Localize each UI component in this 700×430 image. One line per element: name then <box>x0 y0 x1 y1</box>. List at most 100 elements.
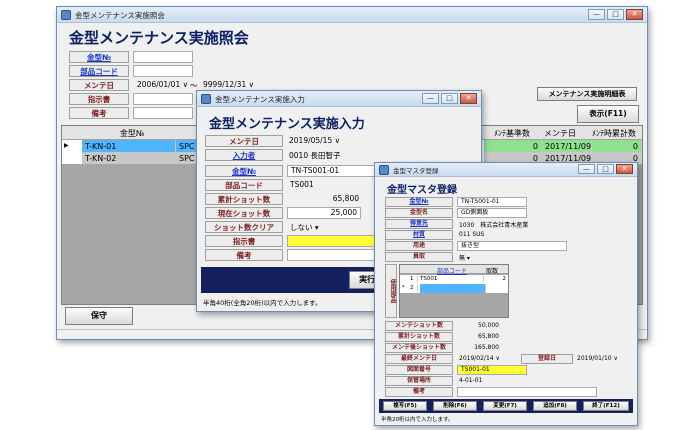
master-last-maint-picker[interactable]: 2019/02/14 ∨ <box>459 355 500 362</box>
row-no: 1 <box>410 276 418 282</box>
inputter-label[interactable]: 入力者 <box>205 149 283 161</box>
copy-button[interactable]: 複写(F5) <box>383 401 427 411</box>
master-supplier-label[interactable]: 得意先 <box>385 219 453 229</box>
master-last-maint-label: 最終メンテ日 <box>385 354 453 364</box>
maximize-icon[interactable]: □ <box>441 93 458 104</box>
master-mold-name-label: 金型名 <box>385 208 453 218</box>
master-maint-shots-label: メンテショット数 <box>385 321 453 331</box>
master-material-label[interactable]: 材質 <box>385 230 453 240</box>
delete-button[interactable]: 削除(F6) <box>433 401 477 411</box>
input-cur-shots-label: 現在ショット数 <box>205 207 283 219</box>
input-remarks-label: 備考 <box>205 249 283 261</box>
row-no: 2 <box>410 285 418 291</box>
master-cavities-select[interactable]: 無 ▾ <box>459 253 470 262</box>
input-cur-shots-field[interactable]: 25,000 <box>287 207 361 219</box>
input-maint-date-picker[interactable]: 2019/05/15 ∨ <box>289 136 340 145</box>
show-button[interactable]: 表示(F11) <box>577 105 639 123</box>
inputter-value[interactable]: 0010 長田智子 <box>289 150 340 161</box>
main-window-title: 金型メンテナンス実施照会 <box>75 11 165 20</box>
instructor-field[interactable] <box>133 93 193 105</box>
minimize-icon[interactable]: — <box>578 164 595 174</box>
row-base: 0 <box>484 140 542 152</box>
maint-date-label: メンテ日 <box>69 79 129 91</box>
maximize-icon[interactable]: □ <box>607 9 624 20</box>
master-remarks-field[interactable] <box>457 387 597 397</box>
date-to-picker[interactable]: 9999/12/31 ∨ <box>203 80 254 89</box>
input-mold-no-label[interactable]: 金型№ <box>205 165 283 177</box>
input-cum-shots-label: 累計ショット数 <box>205 193 283 205</box>
master-status-text: 半角20桁以内で入力します。 <box>381 417 454 423</box>
change-button[interactable]: 変更(F7) <box>483 401 527 411</box>
maximize-icon[interactable]: □ <box>597 164 614 174</box>
used-parts-label: 使用部品 <box>385 264 397 318</box>
master-cum-shots-value: 65,800 <box>478 333 499 340</box>
master-cavities-label: 員取 <box>385 252 453 262</box>
remarks-label: 備考 <box>69 107 129 119</box>
row-marker: ▶ <box>64 142 69 149</box>
grid-col-base-count[interactable]: ﾒﾝﾃ基準数 <box>494 128 538 139</box>
input-part-code-label: 部品コード <box>205 179 283 191</box>
master-reg-date-label: 登録日 <box>521 354 573 364</box>
grid-col-total[interactable]: ﾒﾝﾃ時累計数 <box>592 128 642 139</box>
app-icon <box>201 94 211 104</box>
parts-col-code[interactable]: 部品コード <box>420 266 484 275</box>
row-count: 2 <box>502 276 507 282</box>
master-usage-field[interactable]: 抜き型 <box>457 241 567 251</box>
parts-grid: 部品コード 取数 1 TS001 2 * 2 <box>399 264 509 318</box>
input-maint-date-label: メンテ日 <box>205 135 283 147</box>
maintain-button[interactable]: 保守 <box>65 307 133 325</box>
part-code-field[interactable] <box>133 65 193 77</box>
grid-col-mold-no[interactable]: 金型№ <box>82 128 182 139</box>
mold-no-label[interactable]: 金型№ <box>69 51 129 63</box>
master-remarks-label: 備考 <box>385 387 453 397</box>
close-icon[interactable]: ✕ <box>626 9 643 20</box>
master-window-title: 金型マスタ登録 <box>393 167 439 175</box>
master-drawing-no-field[interactable]: TS001-01 <box>457 365 527 375</box>
input-window-title: 金型メンテナンス実施入力 <box>215 95 305 104</box>
master-storage-value[interactable]: 4-01-01 <box>459 377 482 384</box>
row-date: 2017/11/09 <box>542 140 592 152</box>
date-from-picker[interactable]: 2006/01/01 ∨ <box>137 80 188 89</box>
grid-col-maint-date[interactable]: メンテ日 <box>544 128 590 139</box>
parts-col-count[interactable]: 取数 <box>486 266 506 275</box>
remarks-field[interactable] <box>133 107 193 119</box>
close-icon[interactable]: ✕ <box>616 164 633 174</box>
master-action-bar: 複写(F5) 削除(F6) 変更(F7) 追加(F8) 終了(F12) <box>379 399 633 413</box>
detail-report-button[interactable]: メンテナンス実施明細表 <box>537 87 637 101</box>
master-mold-no-label[interactable]: 金型№ <box>385 197 453 207</box>
add-button[interactable]: 追加(F8) <box>533 401 577 411</box>
mold-no-field[interactable] <box>133 51 193 63</box>
master-maint-shot-count-label: メンテ後ショット数 <box>385 343 453 353</box>
row-marker: * <box>402 285 405 291</box>
app-icon <box>379 165 389 175</box>
main-page-title: 金型メンテナンス実施照会 <box>69 29 249 47</box>
part-code-label[interactable]: 部品コード <box>69 65 129 77</box>
exit-button[interactable]: 終了(F12) <box>583 401 629 411</box>
table-row[interactable]: * 2 <box>400 284 508 293</box>
minimize-icon[interactable]: — <box>588 9 605 20</box>
input-mold-no-field[interactable]: TN-TS001-01 <box>287 165 377 177</box>
master-window-titlebar: 金型マスタ登録 — □ ✕ <box>375 163 637 177</box>
input-cum-shots-value: 65,800 <box>332 194 359 203</box>
table-row[interactable]: 1 TS001 2 <box>400 275 508 284</box>
input-window-titlebar: 金型メンテナンス実施入力 — □ ✕ <box>197 91 481 107</box>
app-icon <box>61 10 71 20</box>
master-maint-shots-value[interactable]: 50,000 <box>471 322 499 329</box>
input-status-text: 半角40桁(全角20桁)以内で入力します。 <box>203 299 322 307</box>
row-total: 0 <box>592 140 642 152</box>
input-remarks-field[interactable] <box>287 249 379 261</box>
master-page-title: 金型マスタ登録 <box>387 185 457 196</box>
close-icon[interactable]: ✕ <box>460 93 477 104</box>
parts-grid-header: 部品コード 取数 <box>400 265 508 275</box>
shot-clear-select[interactable]: しない ▾ <box>290 222 319 233</box>
master-mold-no-field[interactable]: TN-TS001-01 <box>457 197 527 207</box>
input-instructor-field[interactable] <box>287 235 379 247</box>
master-drawing-no-label: 図面番号 <box>385 365 453 375</box>
master-material-value: 011 SUS <box>459 231 485 238</box>
input-part-code-value: TS001 <box>290 180 314 189</box>
master-supplier-value: 1030 株式会社青木産業 <box>459 222 529 229</box>
master-reg-date-picker[interactable]: 2019/01/10 ∨ <box>577 355 618 362</box>
input-page-title: 金型メンテナンス実施入力 <box>209 117 365 132</box>
minimize-icon[interactable]: — <box>422 93 439 104</box>
master-mold-name-field[interactable]: GD側面板 <box>457 208 527 218</box>
